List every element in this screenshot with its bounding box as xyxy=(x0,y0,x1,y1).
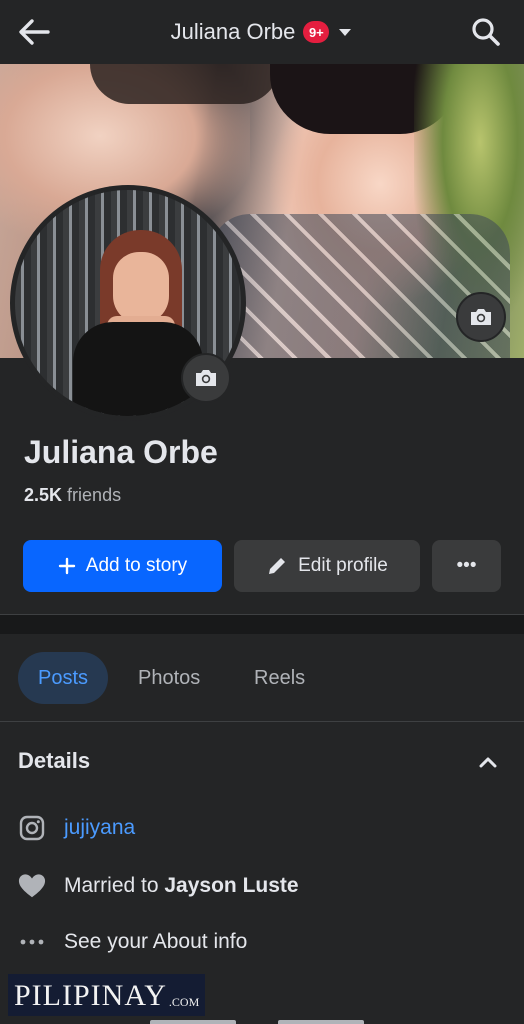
collapse-details-button[interactable] xyxy=(474,748,502,776)
cover-hair-left xyxy=(90,64,280,104)
plus-icon xyxy=(58,557,75,575)
relationship-row: Married to Jayson Luste xyxy=(18,872,299,900)
edit-profile-picture-button[interactable] xyxy=(181,353,231,403)
relationship-text: Married to Jayson Luste xyxy=(64,874,299,898)
site-watermark: PILIPINAY .COM xyxy=(8,974,206,1016)
details-title: Details xyxy=(18,748,91,773)
profile-switcher[interactable]: Juliana Orbe 9+ xyxy=(0,0,524,64)
instagram-icon xyxy=(18,814,46,842)
friends-number: 2.5K xyxy=(24,485,63,505)
topbar-title: Juliana Orbe xyxy=(170,19,296,44)
friends-count[interactable]: 2.5K friends xyxy=(24,485,121,506)
edit-profile-label: Edit profile xyxy=(298,555,388,576)
tab-photos[interactable]: Photos xyxy=(138,652,200,704)
about-info-link[interactable]: See your About info xyxy=(18,928,247,956)
instagram-handle: jujiyana xyxy=(64,816,136,839)
pencil-icon xyxy=(269,558,286,574)
camera-icon xyxy=(471,309,491,325)
tab-reels[interactable]: Reels xyxy=(254,652,305,704)
search-icon xyxy=(472,18,500,46)
avatar-face xyxy=(113,252,169,324)
partner-name[interactable]: Jayson Luste xyxy=(164,874,298,897)
add-to-story-button[interactable]: Add to story xyxy=(23,540,222,592)
about-info-text: See your About info xyxy=(64,930,248,953)
heart-icon xyxy=(18,872,46,900)
search-button[interactable] xyxy=(470,16,502,48)
next-section-edge xyxy=(278,1020,364,1024)
section-divider xyxy=(0,614,524,634)
top-bar: Juliana Orbe 9+ xyxy=(0,0,524,64)
friends-label: friends xyxy=(67,485,122,505)
tab-posts-label: Posts xyxy=(37,666,89,689)
watermark-brand: PILIPINAY xyxy=(14,979,167,1012)
tab-photos-label: Photos xyxy=(138,666,201,689)
more-options-button[interactable]: ••• xyxy=(432,540,501,592)
notification-badge: 9+ xyxy=(303,21,330,43)
chevron-up-icon xyxy=(479,757,497,768)
edit-profile-button[interactable]: Edit profile xyxy=(234,540,420,592)
tabs-divider xyxy=(0,721,524,722)
next-section-edge xyxy=(150,1020,236,1024)
more-dots-icon xyxy=(18,928,46,956)
tab-reels-label: Reels xyxy=(254,666,306,689)
watermark-domain: .COM xyxy=(168,995,200,1009)
tab-posts[interactable]: Posts xyxy=(18,652,108,704)
caret-down-icon xyxy=(339,29,352,36)
more-icon: ••• xyxy=(456,555,477,576)
instagram-link[interactable]: jujiyana xyxy=(18,814,135,842)
profile-name: Juliana Orbe xyxy=(24,434,218,470)
relationship-prefix: Married to xyxy=(64,874,159,897)
edit-cover-button[interactable] xyxy=(456,292,506,342)
add-to-story-label: Add to story xyxy=(85,555,188,576)
camera-icon xyxy=(196,370,216,386)
